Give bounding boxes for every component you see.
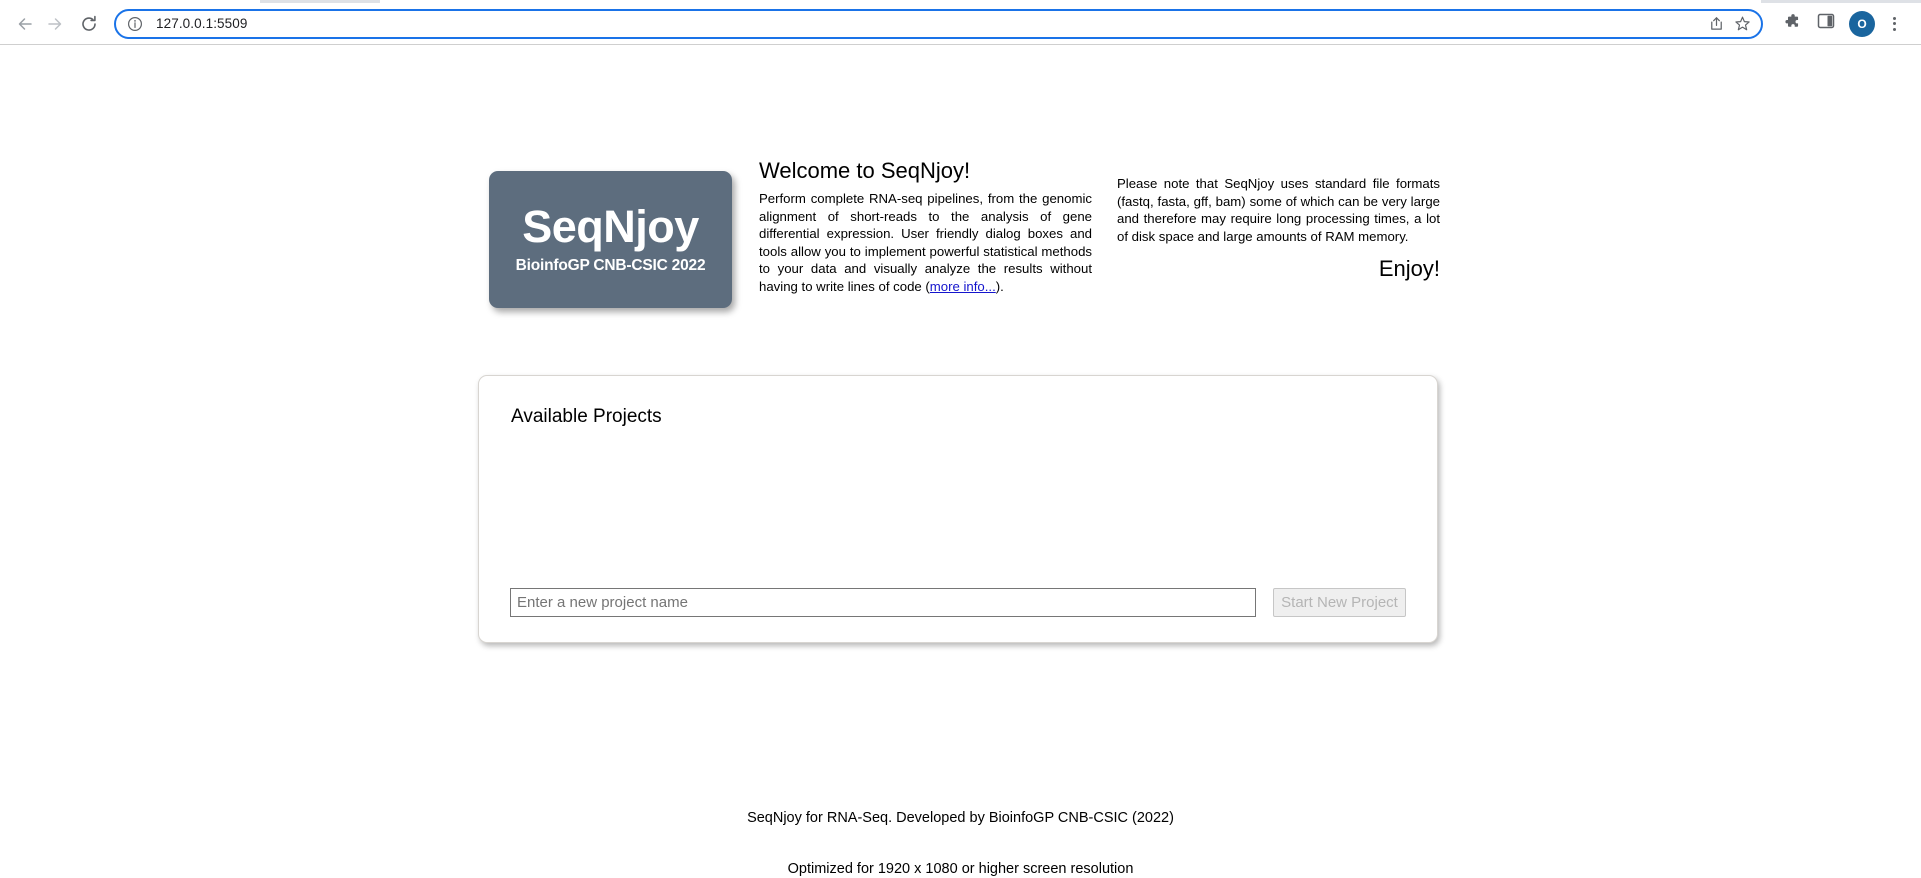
reload-button[interactable] (74, 9, 104, 39)
address-bar[interactable]: 127.0.0.1:5509 (114, 8, 1763, 39)
share-icon[interactable] (1703, 11, 1729, 37)
menu-dot (1892, 27, 1896, 31)
logo-subtitle: BioinfoGP CNB-CSIC 2022 (515, 257, 706, 274)
note-column: Please note that SeqNjoy uses standard f… (1117, 158, 1440, 282)
projects-heading: Available Projects (511, 406, 662, 427)
page-title: Welcome to SeqNjoy! (759, 158, 971, 183)
project-name-input[interactable] (510, 588, 1256, 617)
footer-credit: SeqNjoy for RNA-Seq. Developed by Bioinf… (747, 810, 1174, 826)
avatar[interactable]: O (1849, 10, 1875, 37)
new-project-row: Start New Project (510, 588, 1406, 617)
browser-toolbar: 127.0.0.1:5509 O (0, 3, 1921, 44)
side-panel-button[interactable] (1811, 9, 1841, 39)
bookmark-star-icon[interactable] (1729, 11, 1755, 37)
footer-resolution-note: Optimized for 1920 x 1080 or higher scre… (787, 861, 1134, 877)
app-logo: SeqNjoy BioinfoGP CNB-CSIC 2022 (489, 171, 732, 308)
browser-chrome: 127.0.0.1:5509 O (0, 0, 1921, 45)
welcome-column: Welcome to SeqNjoy! Perform complete RNA… (759, 158, 1092, 295)
welcome-paragraph: Perform complete RNA-seq pipelines, from… (759, 190, 1092, 295)
side-panel-icon (1817, 12, 1835, 35)
info-circle-icon[interactable] (125, 14, 145, 34)
reload-icon (79, 14, 99, 34)
enjoy-text: Enjoy! (1378, 256, 1440, 281)
forward-arrow-icon (45, 14, 65, 34)
available-projects-card: Available Projects Start New Project (478, 375, 1438, 643)
start-new-project-button[interactable]: Start New Project (1273, 588, 1406, 617)
intro-section: SeqNjoy BioinfoGP CNB-CSIC 2022 Welcome … (489, 158, 1440, 308)
back-button[interactable] (10, 9, 40, 39)
back-arrow-icon (15, 14, 35, 34)
extensions-button[interactable] (1776, 9, 1806, 39)
welcome-text-before-link: Perform complete RNA-seq pipelines, from… (759, 191, 1092, 294)
welcome-text-after-link: ). (995, 278, 1004, 294)
extensions-puzzle-icon (1782, 12, 1801, 36)
logo-title: SeqNjoy (522, 201, 699, 252)
menu-dot (1892, 22, 1896, 25)
more-info-link[interactable]: more info... (930, 279, 996, 294)
file-format-note: Please note that SeqNjoy uses standard f… (1117, 176, 1440, 244)
three-dot-menu-icon[interactable] (1881, 16, 1907, 31)
menu-dot (1892, 16, 1896, 20)
url-text[interactable]: 127.0.0.1:5509 (156, 16, 1703, 31)
page-content: SeqNjoy BioinfoGP CNB-CSIC 2022 Welcome … (0, 45, 1921, 877)
forward-button[interactable] (40, 9, 70, 39)
